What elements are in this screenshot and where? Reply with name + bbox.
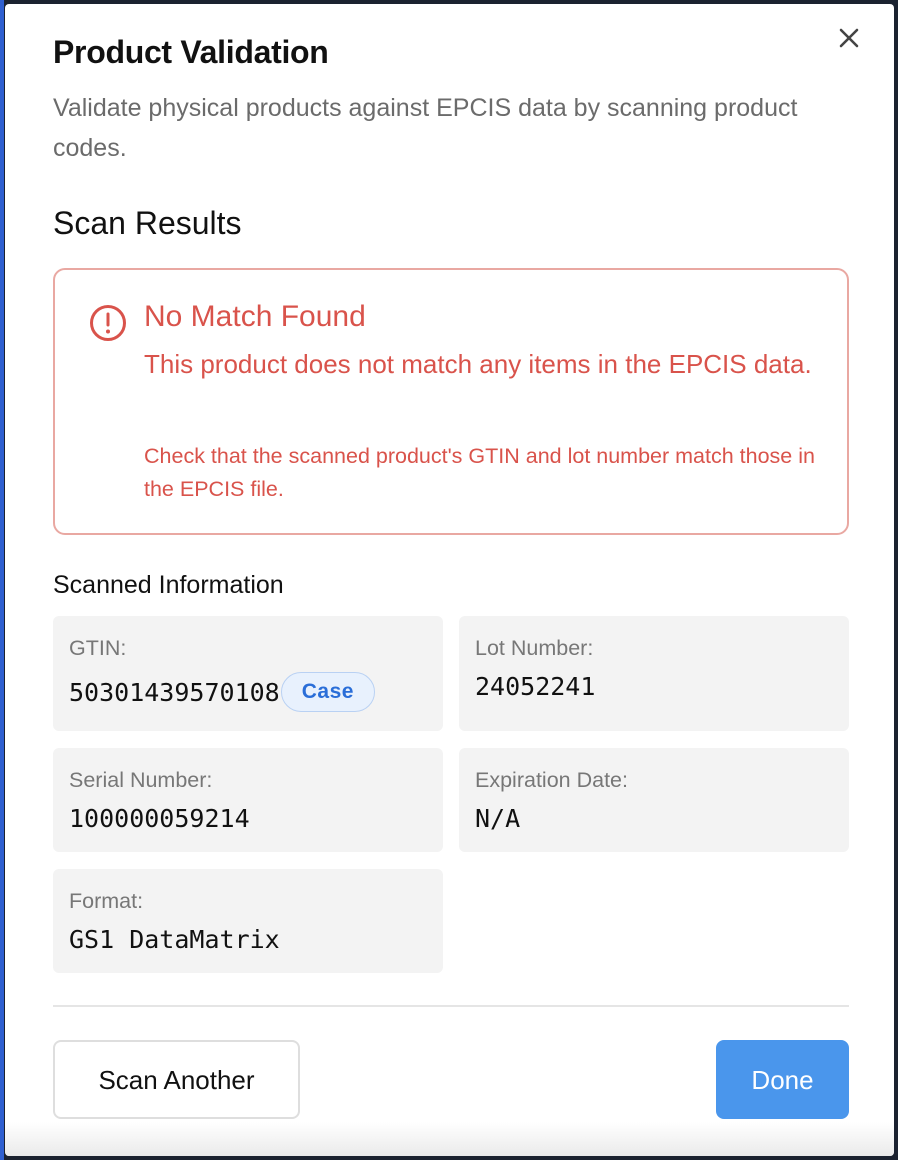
format-label: Format:	[69, 889, 144, 913]
serial-number-card: Serial Number: 100000059214	[53, 748, 443, 852]
lot-number-value: 24052241	[475, 672, 596, 701]
scan-another-button[interactable]: Scan Another	[53, 1040, 300, 1119]
no-match-alert: No Match Found This product does not mat…	[53, 268, 849, 535]
lot-number-card: Lot Number: 24052241	[459, 616, 849, 731]
format-value: GS1 DataMatrix	[69, 925, 280, 954]
gtin-value-row: 50301439570108 Case	[69, 672, 375, 712]
serial-number-value: 100000059214	[69, 804, 250, 833]
alert-hint: Check that the scanned product's GTIN an…	[144, 444, 815, 501]
window-edge-accent	[0, 0, 4, 1160]
alert-message: This product does not match any items in…	[144, 349, 812, 379]
dialog-subtitle: Validate physical products against EPCIS…	[53, 94, 798, 162]
scan-results-heading: Scan Results	[53, 205, 242, 241]
packaging-level-badge: Case	[280, 672, 375, 712]
expiration-date-label: Expiration Date:	[475, 768, 628, 792]
gtin-value: 50301439570108	[69, 677, 280, 707]
expiration-date-card: Expiration Date: N/A	[459, 748, 849, 852]
footer-divider	[53, 1005, 849, 1007]
close-button[interactable]	[835, 24, 863, 52]
expiration-date-value: N/A	[475, 804, 521, 833]
serial-number-label: Serial Number:	[69, 768, 213, 792]
done-button[interactable]: Done	[716, 1040, 849, 1119]
alert-title: No Match Found	[144, 300, 366, 333]
format-card: Format: GS1 DataMatrix	[53, 869, 443, 973]
dialog-title: Product Validation	[53, 34, 329, 70]
lot-number-label: Lot Number:	[475, 636, 594, 660]
gtin-label: GTIN:	[69, 636, 127, 660]
close-icon	[839, 28, 859, 48]
scroll-fade	[5, 1122, 894, 1156]
alert-circle-icon	[90, 305, 126, 341]
gtin-card: GTIN: 50301439570108 Case	[53, 616, 443, 731]
scanned-information-heading: Scanned Information	[53, 571, 284, 599]
product-validation-dialog: Product Validation Validate physical pro…	[5, 4, 894, 1156]
